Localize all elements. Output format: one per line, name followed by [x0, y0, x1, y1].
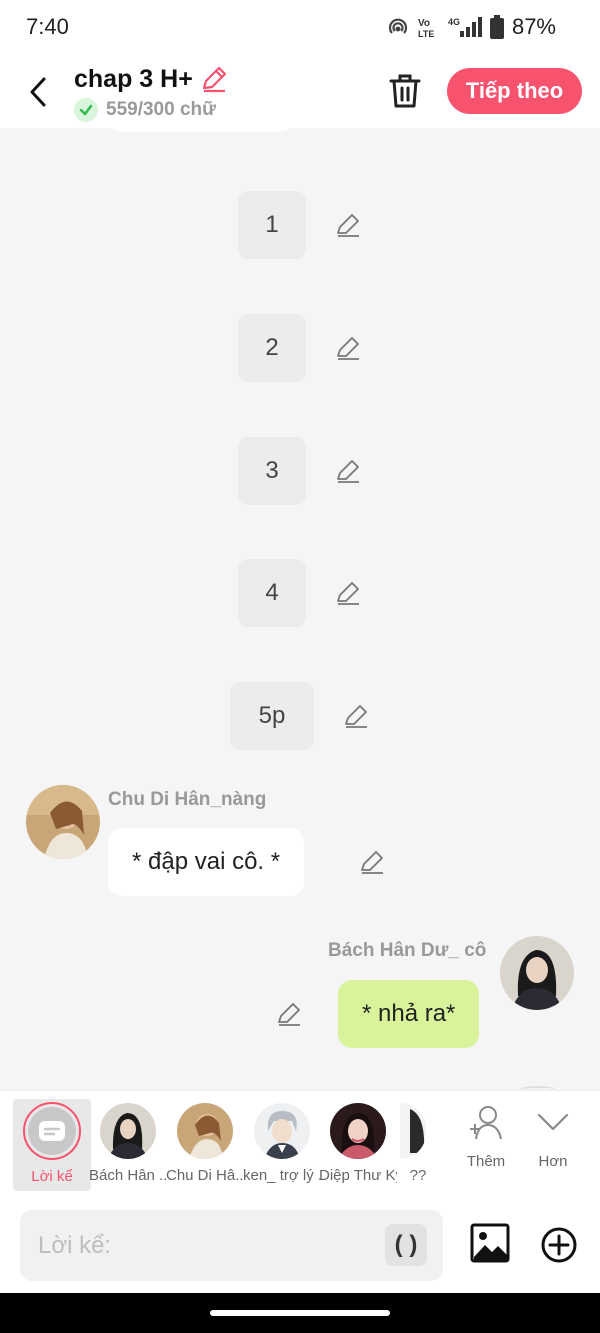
avatar [400, 1103, 426, 1159]
avatar [330, 1103, 386, 1159]
narration-row: 4 [238, 559, 362, 627]
svg-text:Vo: Vo [418, 18, 430, 29]
add-character-button[interactable]: Thêm [456, 1103, 516, 1170]
word-count-row: 559/300 chữ [74, 98, 216, 122]
message-bubble[interactable]: * nhả ra* [338, 980, 480, 1048]
edit-icon[interactable] [334, 211, 362, 239]
hotspot-icon [388, 18, 407, 34]
character-item[interactable]: Chu Di Hâ... [166, 1099, 244, 1191]
narration-row: 2 [238, 314, 362, 382]
word-count: 559/300 chữ [106, 99, 216, 120]
narrator-icon-ring [23, 1102, 81, 1160]
chevron-down-icon [537, 1113, 569, 1131]
edit-icon[interactable] [358, 848, 386, 876]
narration-row: 1 [238, 191, 362, 259]
edit-icon[interactable] [334, 457, 362, 485]
character-label: ?? [409, 1167, 427, 1184]
editor-header: chap 3 H+ 559/300 chữ Tiếp theo [0, 56, 600, 128]
character-label: ken_ trợ lý ... [243, 1167, 321, 1184]
svg-text:4G: 4G [448, 17, 460, 27]
home-handle[interactable] [210, 1310, 390, 1316]
character-label: Lời kể [31, 1168, 73, 1185]
avatar [177, 1103, 233, 1159]
message-bubble[interactable]: * đập vai cô. * [108, 828, 305, 896]
input-placeholder: Lời kể: [38, 1232, 112, 1259]
expand-button[interactable]: Hơn [523, 1103, 583, 1170]
trash-icon [389, 74, 421, 108]
narration-row: 5p [230, 682, 370, 750]
character-strip: Lời kể Bách Hân ... Chu Di Hâ... ken_ tr… [0, 1090, 600, 1198]
volte-icon: VoLTE [418, 18, 434, 39]
battery-percent: 87% [511, 14, 556, 39]
speaker-name: Chu Di Hân_nàng [108, 789, 267, 810]
previous-bubble-edge [108, 128, 294, 132]
narration-bubble[interactable]: 1 [238, 191, 306, 259]
avatar [100, 1103, 156, 1159]
character-item[interactable]: ken_ trợ lý ... [243, 1099, 321, 1191]
expand-label: Hơn [538, 1153, 568, 1170]
avatar[interactable] [500, 936, 574, 1010]
narration-bubble[interactable]: 3 [238, 437, 306, 505]
next-button[interactable]: Tiếp theo [447, 68, 582, 114]
character-item[interactable]: Bách Hân ... [89, 1099, 167, 1191]
add-character-label: Thêm [466, 1153, 506, 1170]
story-content[interactable]: 1 2 3 4 5p Chu Di Hân_nàng * đập vai cô.… [0, 128, 600, 1090]
narration-bubble[interactable]: 2 [238, 314, 306, 382]
status-bar: 7:40 Vo LTE 4G 87% [0, 0, 600, 56]
edit-icon[interactable] [334, 579, 362, 607]
delete-button[interactable] [388, 72, 422, 110]
speaker-name: Bách Hân Dư_ cô [328, 940, 487, 961]
character-narrator[interactable]: Lời kể [13, 1099, 91, 1191]
back-arrow-icon [30, 77, 46, 107]
edit-icon[interactable] [334, 334, 362, 362]
svg-text:LTE: LTE [418, 29, 434, 39]
character-item[interactable]: ?? [396, 1099, 440, 1191]
check-icon [74, 98, 98, 122]
add-person-icon [470, 1106, 502, 1140]
status-icons: Vo LTE 4G 87% [386, 14, 556, 40]
narration-bubble[interactable]: 5p [230, 682, 314, 750]
image-icon[interactable] [470, 1223, 510, 1263]
narration-icon [28, 1107, 76, 1155]
edit-icon[interactable] [342, 702, 370, 730]
character-label: Chu Di Hâ... [166, 1167, 244, 1184]
parentheses-button[interactable]: ( ) [385, 1224, 427, 1266]
signal-icon: 4G [448, 17, 482, 37]
add-circle-icon[interactable] [540, 1226, 578, 1264]
narration-input[interactable]: Lời kể: ( ) [20, 1210, 443, 1281]
character-label: Diệp Thư Kỳ [319, 1167, 397, 1184]
narration-bubble[interactable]: 4 [238, 559, 306, 627]
avatar[interactable] [26, 785, 100, 859]
back-button[interactable] [22, 72, 54, 112]
edit-title-icon[interactable] [199, 64, 229, 94]
title-row[interactable]: chap 3 H+ [74, 64, 229, 94]
battery-icon [489, 15, 504, 39]
edit-icon[interactable] [275, 1000, 303, 1028]
character-item[interactable]: Diệp Thư Kỳ [319, 1099, 397, 1191]
system-nav-bar [0, 1293, 600, 1333]
composer: Lời kể: ( ) [0, 1198, 600, 1293]
narration-row: 3 [238, 437, 362, 505]
avatar [254, 1103, 310, 1159]
chapter-title[interactable]: chap 3 H+ [74, 65, 193, 94]
character-label: Bách Hân ... [89, 1167, 167, 1184]
status-time: 7:40 [26, 14, 69, 39]
